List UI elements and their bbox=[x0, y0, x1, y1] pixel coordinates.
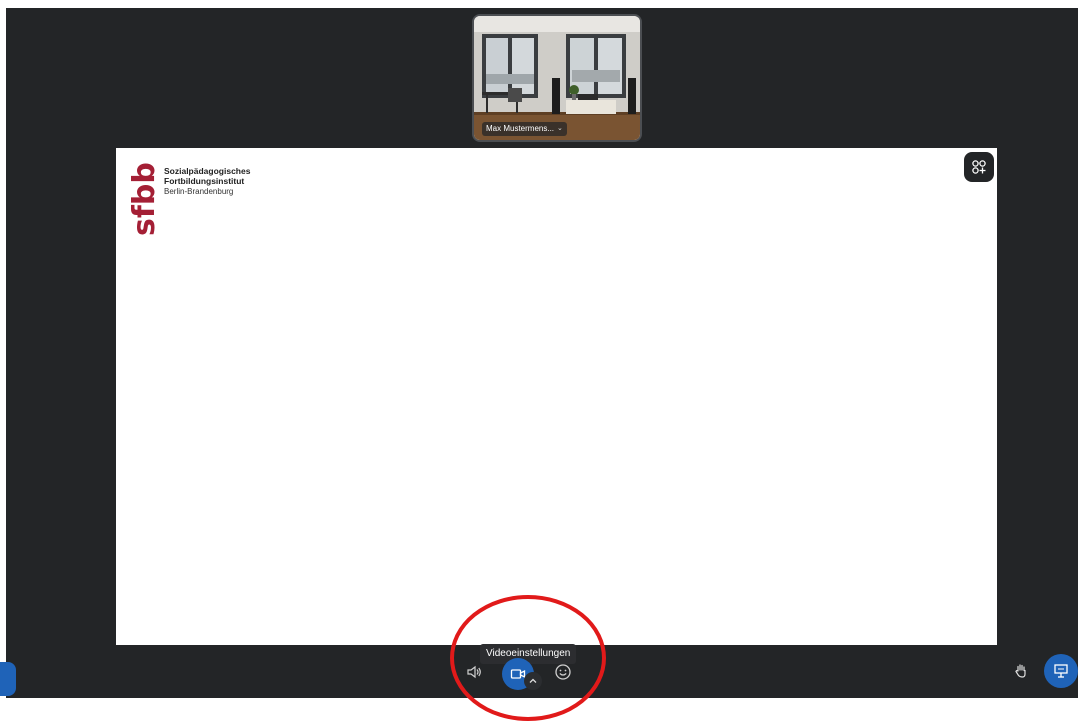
logo-line-1: Sozialpädagogisches bbox=[164, 166, 251, 176]
chevron-down-icon: ⌄ bbox=[557, 125, 563, 132]
apps-button[interactable] bbox=[964, 152, 994, 182]
hand-icon bbox=[1015, 664, 1026, 678]
svg-text:sfbb: sfbb bbox=[128, 162, 162, 236]
apps-add-icon bbox=[972, 160, 986, 174]
presentation-slide: sfbb Sozialpädagogisches Fortbildungsins… bbox=[116, 148, 997, 645]
annotation-highlight-circle bbox=[450, 595, 606, 721]
raise-hand-button[interactable] bbox=[1009, 658, 1033, 682]
side-panel-toggle-button[interactable] bbox=[0, 662, 16, 696]
participant-name-label[interactable]: Max Mustermens... ⌄ bbox=[482, 122, 567, 136]
logo-line-3: Berlin-Brandenburg bbox=[164, 187, 234, 196]
participant-video-tile[interactable]: Max Mustermens... ⌄ bbox=[472, 14, 642, 142]
presentation-button[interactable] bbox=[1044, 654, 1078, 688]
sfbb-logo: sfbb Sozialpädagogisches Fortbildungsins… bbox=[128, 152, 278, 242]
logo-text: Sozialpädagogisches Fortbildungsinstitut… bbox=[164, 166, 250, 197]
presentation-icon bbox=[1054, 664, 1068, 678]
participant-name: Max Mustermens... bbox=[486, 124, 555, 133]
sfbb-logo-mark: sfbb bbox=[128, 162, 162, 236]
logo-line-2: Fortbildungsinstitut bbox=[164, 176, 245, 186]
